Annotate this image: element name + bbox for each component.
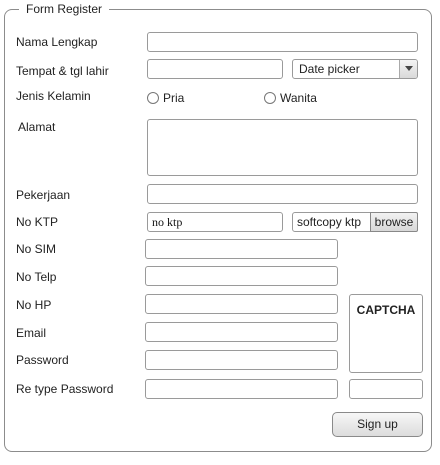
label-email: Email [16,326,47,340]
label-password: Password [16,353,69,367]
form-title: Form Register [19,2,110,16]
radio-circle-icon[interactable] [147,92,159,104]
no-telp-input[interactable] [145,266,338,286]
captcha-input[interactable] [349,379,423,399]
date-picker-select[interactable]: Date picker [292,59,418,79]
retype-password-input[interactable] [145,379,338,399]
pekerjaan-input[interactable] [147,184,418,204]
softcopy-ktp-field[interactable]: softcopy ktp [292,212,372,232]
label-alamat: Alamat [18,120,56,134]
label-no-telp: No Telp [16,270,57,284]
nama-lengkap-input[interactable] [147,32,418,52]
browse-button[interactable]: browse [370,212,418,232]
date-picker-value: Date picker [299,62,360,76]
label-no-sim: No SIM [16,242,57,256]
captcha-box: CAPTCHA [349,294,423,373]
email-input[interactable] [145,322,338,342]
label-tempat-tgl-lahir: Tempat & tgl lahir [16,64,109,78]
alamat-textarea[interactable] [147,119,418,176]
dropdown-arrow-icon[interactable] [399,60,417,78]
label-nama-lengkap: Nama Lengkap [16,35,98,49]
radio-pria-label: Pria [163,91,185,105]
radio-wanita-label: Wanita [280,91,317,105]
label-retype-password: Re type Password [16,382,114,396]
label-no-hp: No HP [16,298,52,312]
label-pekerjaan: Pekerjaan [16,188,71,202]
signup-button[interactable]: Sign up [332,412,423,437]
password-input[interactable] [145,350,338,370]
radio-circle-icon[interactable] [264,92,276,104]
radio-wanita[interactable]: Wanita [264,91,317,105]
no-sim-input[interactable] [145,239,338,259]
label-no-ktp: No KTP [16,215,59,229]
no-ktp-input[interactable]: no ktp [147,212,283,232]
no-hp-input[interactable] [145,294,338,314]
radio-pria[interactable]: Pria [147,91,184,105]
tempat-lahir-input[interactable] [147,59,283,79]
label-jenis-kelamin: Jenis Kelamin [16,89,91,103]
